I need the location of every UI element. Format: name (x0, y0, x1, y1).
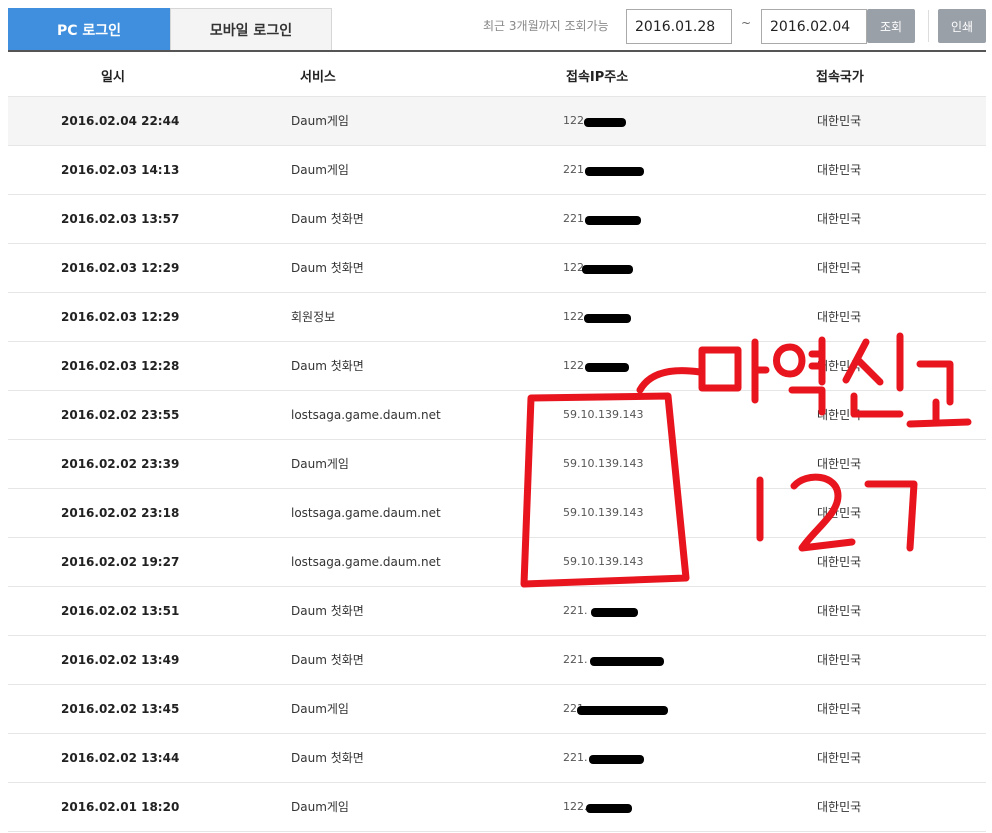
cell-datetime: 2016.02.02 13:45 (61, 702, 180, 716)
cell-ip: 221. (563, 653, 588, 666)
print-button[interactable]: 인쇄 (938, 9, 986, 43)
cell-ip: 59.10.139.143 (563, 506, 644, 519)
cell-ip: 122. (563, 800, 588, 813)
table-row: 2016.02.02 13:49 Daum 첫화면 221. 대한민국 (8, 635, 986, 684)
table-row: 2016.02.02 23:55 lostsaga.game.daum.net 59… (8, 390, 986, 439)
table-row: 2016.02.03 13:57 Daum 첫화면 221. 대한민국 (8, 194, 986, 243)
cell-datetime: 2016.02.04 22:44 (61, 114, 180, 128)
cell-service: Daum 첫화면 (291, 261, 364, 275)
ip-redaction-mark (589, 755, 644, 764)
ip-redaction-mark (582, 265, 633, 274)
cell-ip: 221. (563, 212, 588, 225)
cell-ip: 221. (563, 604, 588, 617)
cell-service: Daum 첫화면 (291, 604, 364, 618)
cell-country: 대한민국 (817, 114, 862, 128)
cell-service: Daum 첫화면 (291, 751, 364, 765)
table-row: 2016.02.04 22:44 Daum게임 122. 대한민국 (8, 96, 986, 145)
header-ip: 접속IP주소 (566, 70, 629, 85)
ip-redaction-mark (585, 363, 629, 372)
table-row: 2016.02.02 13:44 Daum 첫화면 221. 대한민국 (8, 733, 986, 782)
cell-country: 대한민국 (817, 212, 862, 226)
ip-redaction-mark (590, 657, 664, 666)
cell-service: Daum 첫화면 (291, 653, 364, 667)
cell-datetime: 2016.02.03 14:13 (61, 163, 180, 177)
cell-datetime: 2016.02.03 12:29 (61, 261, 180, 275)
cell-service: Daum 첫화면 (291, 359, 364, 373)
ip-redaction-mark (585, 216, 641, 225)
table-row: 2016.02.03 12:29 Daum 첫화면 122. 대한민국 (8, 243, 986, 292)
cell-datetime: 2016.02.02 13:44 (61, 751, 180, 765)
cell-service: Daum게임 (291, 457, 349, 471)
ip-redaction-mark (585, 167, 644, 176)
cell-service: Daum게임 (291, 114, 349, 128)
date-separator: ~ (741, 16, 752, 30)
cell-ip: 221. (563, 751, 588, 764)
header-divider (8, 50, 986, 52)
table-row: 2016.02.02 23:39 Daum게임 59.10.139.143 대한민국 (8, 439, 986, 488)
cell-country: 대한민국 (817, 604, 862, 618)
cell-country: 대한민국 (817, 408, 862, 422)
table-row: 2016.02.02 13:51 Daum 첫화면 221. 대한민국 (8, 586, 986, 635)
cell-country: 대한민국 (817, 506, 862, 520)
login-history-table: 2016.02.04 22:44 Daum게임 122. 대한민국 2016.02.03… (8, 96, 986, 832)
cell-country: 대한민국 (817, 457, 862, 471)
cell-ip: 221. (563, 163, 588, 176)
login-type-tabs: PC 로그인 모바일 로그인 (8, 8, 332, 51)
table-row: 2016.02.03 12:29 회원정보 122. 대한민국 (8, 292, 986, 341)
cell-datetime: 2016.02.02 13:51 (61, 604, 180, 618)
range-note: 최근 3개월까지 조회가능 (483, 19, 609, 33)
cell-country: 대한민국 (817, 555, 862, 569)
cell-country: 대한민국 (817, 261, 862, 275)
cell-country: 대한민국 (817, 163, 862, 177)
cell-datetime: 2016.02.02 23:39 (61, 457, 180, 471)
cell-ip: 59.10.139.143 (563, 555, 644, 568)
cell-service: Daum게임 (291, 163, 349, 177)
tab-mobile-login[interactable]: 모바일 로그인 (170, 8, 332, 51)
cell-country: 대한민국 (817, 800, 862, 814)
cell-service: Daum 첫화면 (291, 212, 364, 226)
ip-redaction-mark (577, 706, 668, 715)
ip-redaction-mark (586, 804, 632, 813)
cell-service: 회원정보 (291, 310, 336, 324)
start-date-input[interactable] (626, 9, 732, 44)
table-row: 2016.02.03 12:28 Daum 첫화면 122. 대한민국 (8, 341, 986, 390)
cell-country: 대한민국 (817, 751, 862, 765)
cell-country: 대한민국 (817, 359, 862, 373)
cell-service: Daum게임 (291, 800, 349, 814)
toolbar-divider (928, 10, 929, 42)
cell-country: 대한민국 (817, 653, 862, 667)
cell-datetime: 2016.02.02 19:27 (61, 555, 180, 569)
cell-ip: 122. (563, 359, 588, 372)
cell-datetime: 2016.02.01 18:20 (61, 800, 180, 814)
cell-country: 대한민국 (817, 310, 862, 324)
cell-datetime: 2016.02.03 13:57 (61, 212, 180, 226)
table-row: 2016.02.03 14:13 Daum게임 221. 대한민국 (8, 145, 986, 194)
cell-service: lostsaga.game.daum.net (291, 408, 441, 422)
cell-datetime: 2016.02.03 12:29 (61, 310, 180, 324)
header-service: 서비스 (300, 70, 336, 85)
ip-redaction-mark (584, 314, 631, 323)
table-row: 2016.02.01 18:20 Daum게임 122. 대한민국 (8, 782, 986, 832)
end-date-input[interactable] (761, 9, 867, 44)
cell-service: lostsaga.game.daum.net (291, 555, 441, 569)
table-row: 2016.02.02 23:18 lostsaga.game.daum.net 59… (8, 488, 986, 537)
cell-datetime: 2016.02.03 12:28 (61, 359, 180, 373)
header-country: 접속국가 (816, 70, 864, 85)
cell-datetime: 2016.02.02 23:18 (61, 506, 180, 520)
ip-redaction-mark (591, 608, 638, 617)
header-datetime: 일시 (101, 70, 125, 85)
table-row: 2016.02.02 19:27 lostsaga.game.daum.net 59… (8, 537, 986, 586)
table-row: 2016.02.02 13:45 Daum게임 221 대한민국 (8, 684, 986, 733)
cell-datetime: 2016.02.02 23:55 (61, 408, 180, 422)
search-button[interactable]: 조회 (867, 9, 915, 43)
ip-redaction-mark (584, 118, 626, 127)
cell-ip: 59.10.139.143 (563, 408, 644, 421)
tab-pc-login[interactable]: PC 로그인 (8, 8, 170, 51)
cell-service: lostsaga.game.daum.net (291, 506, 441, 520)
cell-datetime: 2016.02.02 13:49 (61, 653, 180, 667)
cell-ip: 59.10.139.143 (563, 457, 644, 470)
cell-service: Daum게임 (291, 702, 349, 716)
cell-country: 대한민국 (817, 702, 862, 716)
